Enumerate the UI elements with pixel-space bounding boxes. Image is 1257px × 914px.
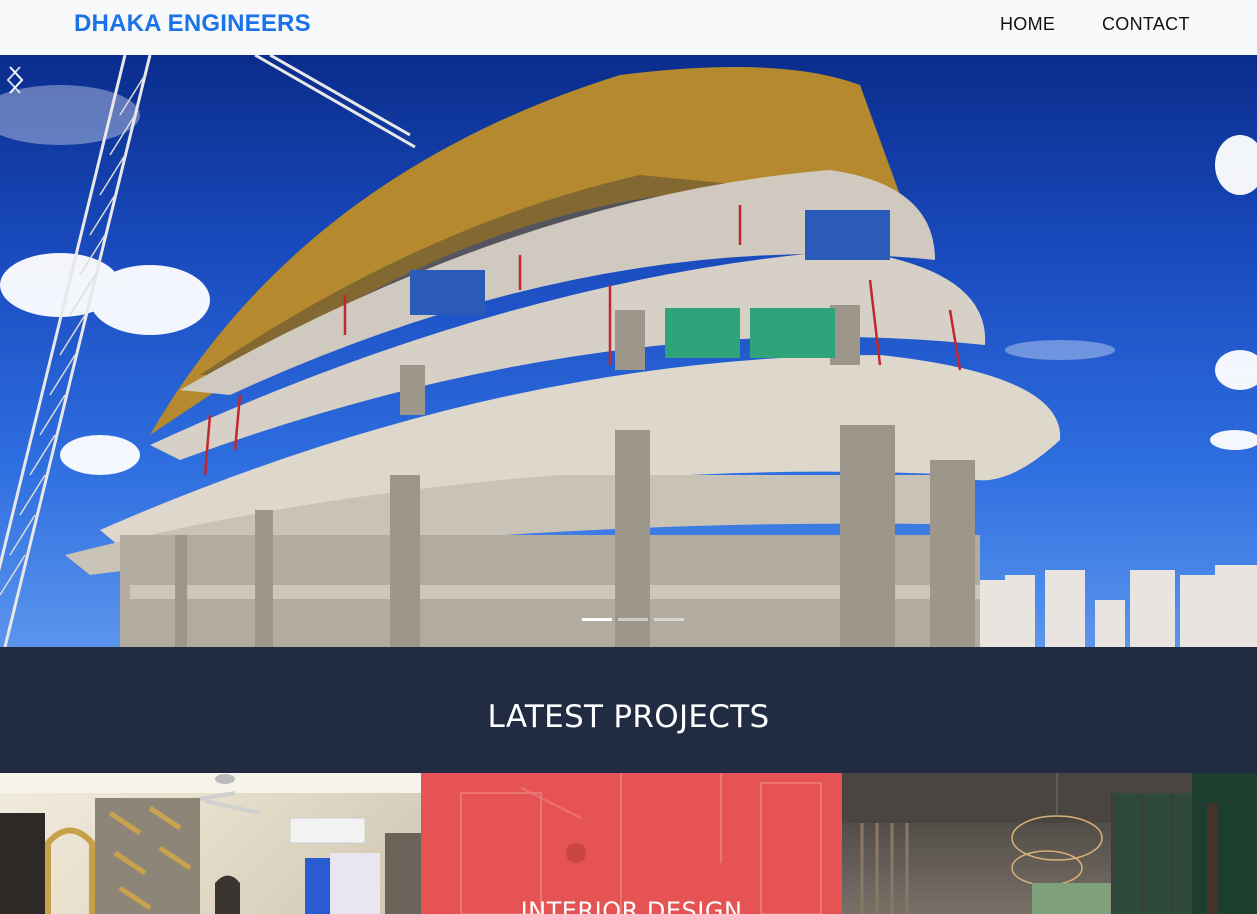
carousel-indicator-2[interactable] bbox=[618, 618, 648, 621]
projects-title: LATEST PROJECTS bbox=[487, 699, 770, 735]
project-image-2 bbox=[421, 773, 842, 914]
project-card-3[interactable] bbox=[842, 773, 1257, 914]
navbar: DHAKA ENGINEERS HOME CONTACT bbox=[0, 0, 1257, 55]
project-image-1 bbox=[0, 773, 421, 914]
nav-link-home[interactable]: HOME bbox=[1000, 14, 1055, 35]
projects-section: LATEST PROJECTS bbox=[0, 647, 1257, 773]
project-card-1[interactable] bbox=[0, 773, 421, 914]
hero-carousel bbox=[0, 55, 1257, 647]
project-image-3 bbox=[842, 773, 1257, 914]
nav-link-contact[interactable]: CONTACT bbox=[1102, 14, 1190, 35]
hero-image bbox=[0, 55, 1257, 647]
project-card-2[interactable]: INTERIOR DESIGN bbox=[421, 773, 842, 914]
project-card-label: INTERIOR DESIGN bbox=[520, 897, 743, 914]
carousel-indicator-3[interactable] bbox=[654, 618, 684, 621]
chevron-right-icon[interactable] bbox=[0, 55, 30, 105]
brand-logo[interactable]: DHAKA ENGINEERS bbox=[74, 10, 311, 38]
carousel-indicator-1[interactable] bbox=[582, 618, 612, 621]
carousel-indicators bbox=[582, 618, 684, 621]
